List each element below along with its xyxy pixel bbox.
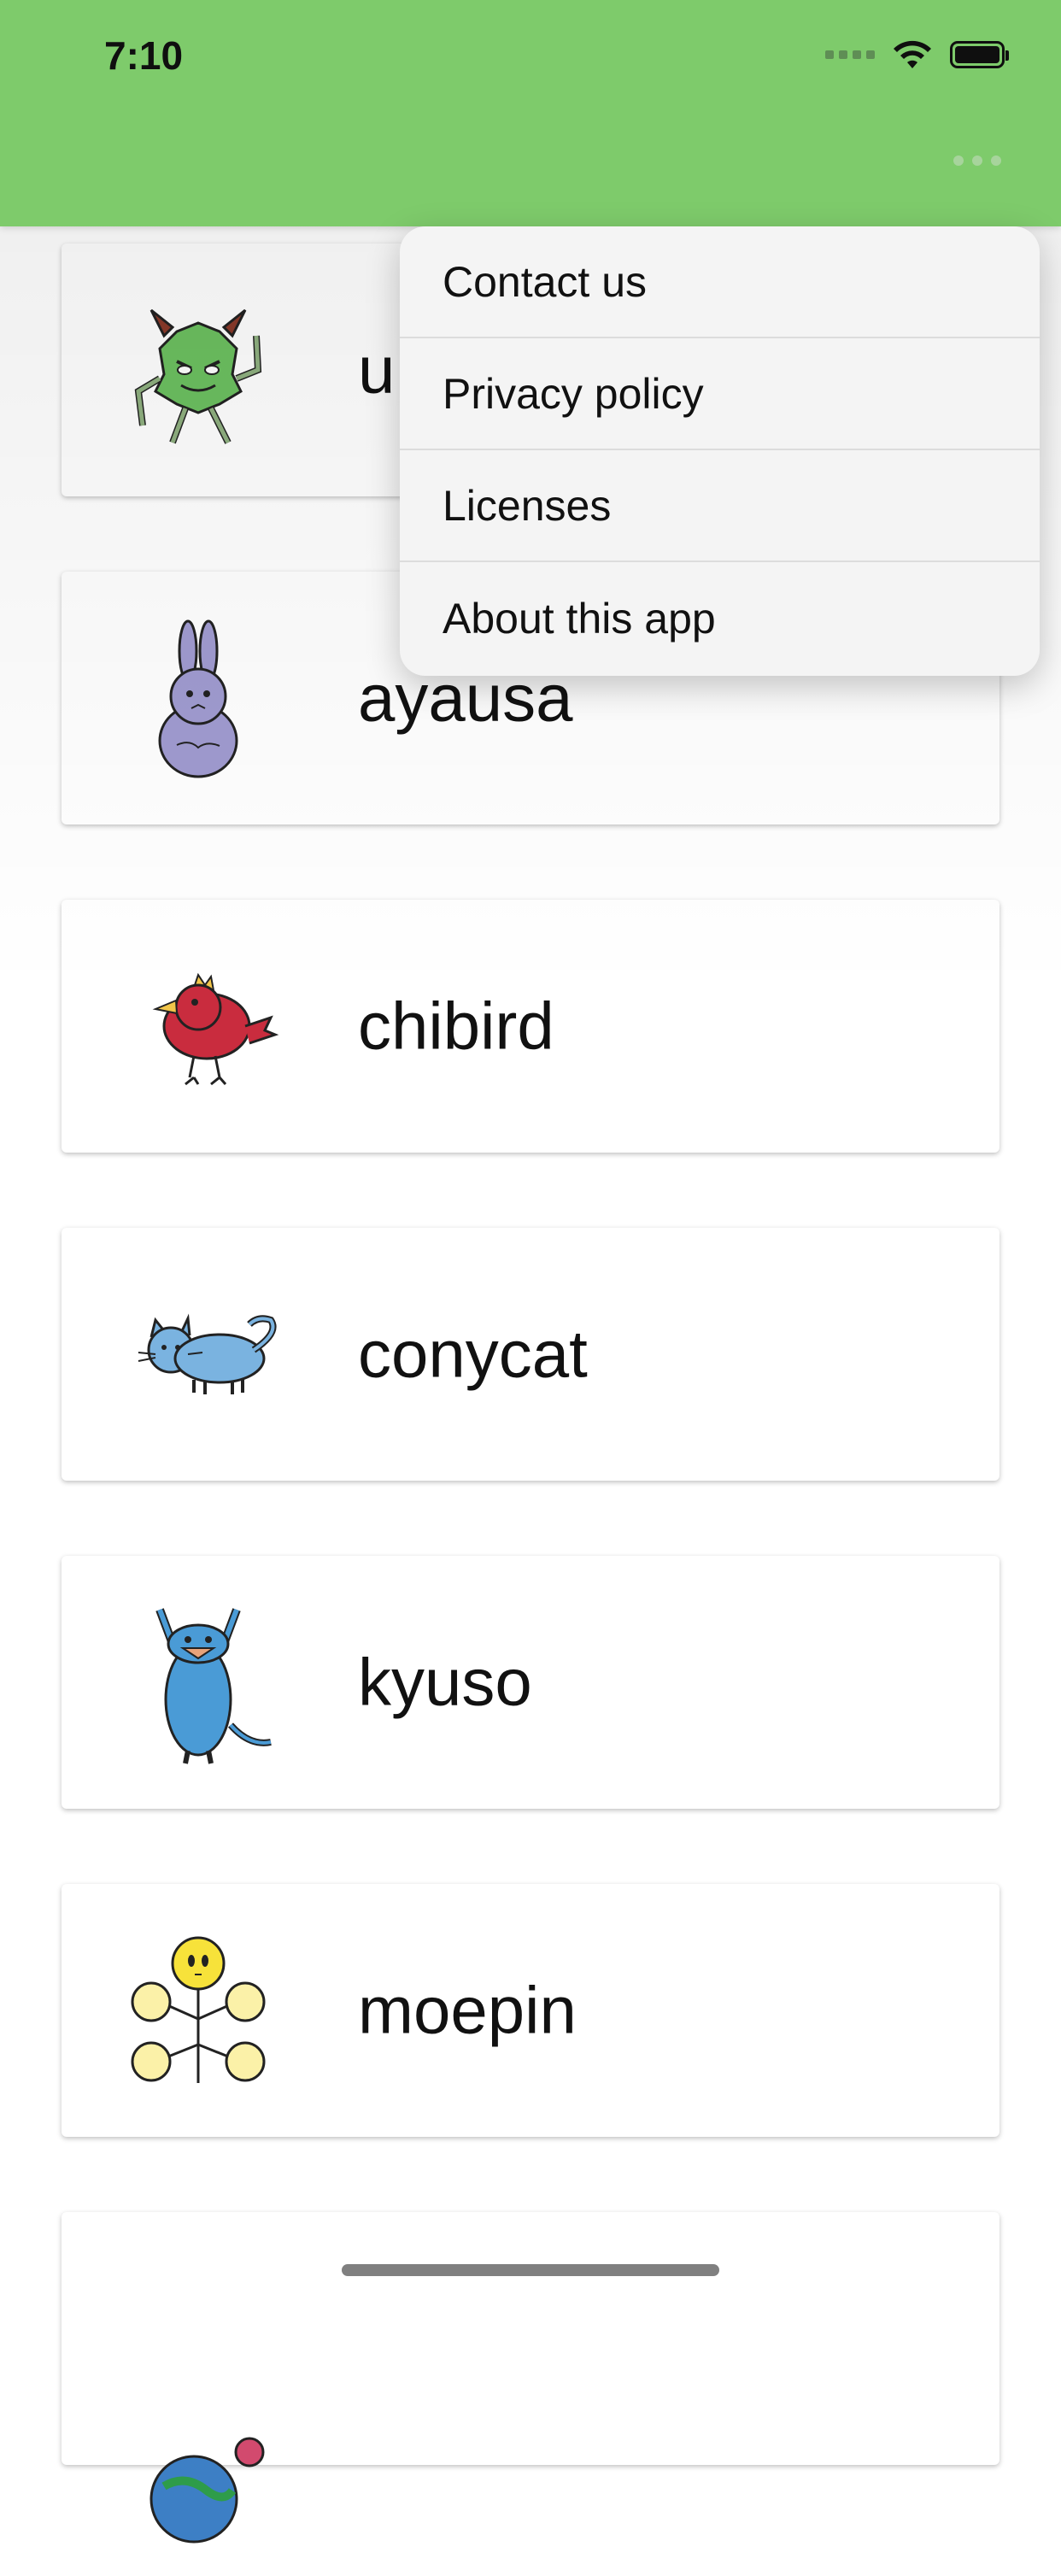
status-time: 7:10: [104, 33, 184, 78]
character-name: kyuso: [358, 1644, 532, 1720]
more-options-button[interactable]: [953, 155, 1001, 166]
menu-item-privacy-policy[interactable]: Privacy policy: [400, 338, 1040, 450]
green-monster-icon: [134, 308, 262, 444]
menu-item-contact-us[interactable]: Contact us: [400, 226, 1040, 338]
blue-rodent-icon: [155, 1608, 272, 1764]
home-indicator[interactable]: [342, 2264, 719, 2276]
red-bird-icon: [152, 972, 279, 1086]
character-name: conycat: [358, 1316, 588, 1392]
blue-globe-icon: [149, 2437, 265, 2544]
app-bar: 7:10: [0, 0, 1061, 226]
purple-rabbit-icon: [158, 619, 238, 778]
battery-icon: [950, 41, 1009, 68]
menu-item-licenses[interactable]: Licenses: [400, 450, 1040, 562]
cellular-signal-icon: [825, 50, 875, 59]
status-icons: [825, 39, 1009, 70]
character-name: u: [358, 332, 396, 408]
character-name: chibird: [358, 988, 554, 1064]
wifi-icon: [894, 40, 931, 68]
character-card[interactable]: kyuso: [62, 1556, 999, 1809]
character-card[interactable]: [62, 2212, 999, 2544]
blue-cat-icon: [138, 1313, 277, 1394]
character-card[interactable]: conycat: [62, 1228, 999, 1481]
character-name: moepin: [358, 1972, 577, 2048]
more-horizontal-icon: [953, 155, 964, 166]
yellow-flower-icon: [131, 1936, 266, 2083]
character-card[interactable]: chibird: [62, 900, 999, 1153]
menu-item-about-this-app[interactable]: About this app: [400, 562, 1040, 674]
overflow-menu: Contact us Privacy policy Licenses About…: [400, 226, 1040, 676]
character-card[interactable]: moepin: [62, 1884, 999, 2137]
